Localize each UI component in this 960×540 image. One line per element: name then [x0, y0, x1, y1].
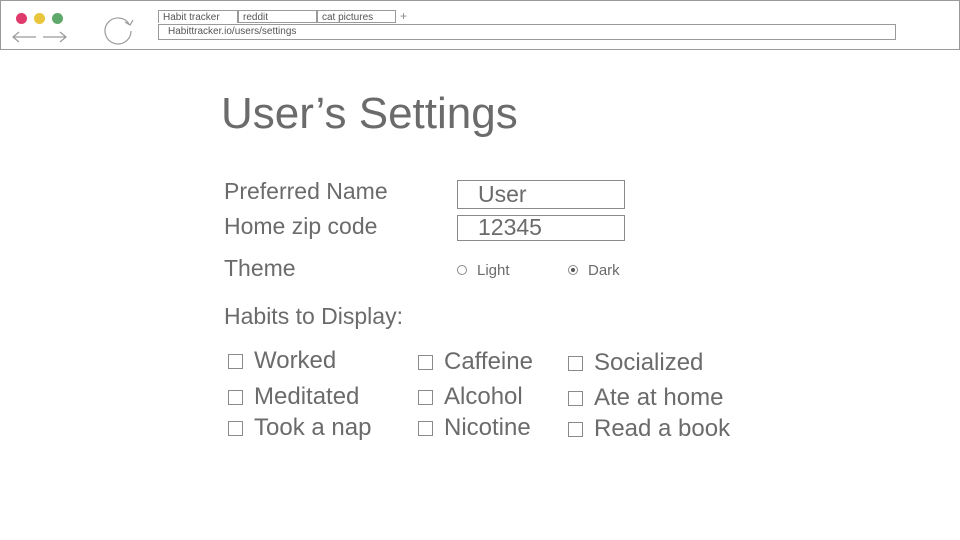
preferred-name-input[interactable]: User	[457, 180, 625, 209]
habit-label: Socialized	[594, 349, 704, 376]
close-window-icon[interactable]	[16, 13, 27, 24]
page: Habit tracker reddit cat pictures + Habi…	[0, 0, 960, 540]
checkbox[interactable]	[568, 390, 583, 406]
back-arrow-icon[interactable]	[10, 29, 38, 45]
habit-label: Read a book	[594, 415, 731, 442]
habit-label: Nicotine	[444, 414, 531, 441]
dark-radio[interactable]	[568, 265, 578, 275]
maximize-window-icon[interactable]	[52, 13, 63, 24]
habit-socialized[interactable]: Socialized	[568, 349, 703, 377]
theme-label: Theme	[224, 255, 296, 281]
reload-icon[interactable]	[102, 13, 136, 45]
minimize-window-icon[interactable]	[34, 13, 45, 24]
preferred-name-label: Preferred Name	[224, 178, 388, 204]
new-tab-button[interactable]: +	[400, 9, 407, 23]
tab-habit-tracker[interactable]: Habit tracker	[158, 10, 238, 23]
habit-alcohol[interactable]: Alcohol	[418, 383, 523, 411]
light-radio[interactable]	[457, 265, 467, 275]
checkbox[interactable]	[228, 389, 243, 405]
checkbox[interactable]	[418, 389, 433, 405]
habit-nicotine[interactable]: Nicotine	[418, 414, 531, 442]
checkbox[interactable]	[568, 421, 583, 437]
browser-chrome: Habit tracker reddit cat pictures + Habi…	[0, 0, 960, 50]
theme-option-dark[interactable]: Dark	[568, 261, 620, 279]
habit-label: Meditated	[254, 383, 360, 410]
address-bar[interactable]: Habittracker.io/users/settings	[158, 24, 896, 40]
checkbox[interactable]	[418, 354, 433, 370]
habit-label: Ate at home	[594, 384, 724, 411]
habit-took-a-nap[interactable]: Took a nap	[228, 414, 371, 442]
habit-caffeine[interactable]: Caffeine	[418, 348, 533, 376]
habit-meditated[interactable]: Meditated	[228, 383, 359, 411]
habit-label: Worked	[254, 347, 337, 374]
habit-label: Took a nap	[254, 414, 372, 441]
checkbox[interactable]	[418, 420, 433, 436]
habit-ate-at-home[interactable]: Ate at home	[568, 384, 723, 412]
habits-label: Habits to Display:	[224, 303, 403, 329]
habit-label: Caffeine	[444, 348, 533, 375]
checkbox[interactable]	[568, 355, 583, 371]
dark-radio-label: Dark	[588, 261, 620, 279]
zip-code-label: Home zip code	[224, 213, 378, 239]
checkbox[interactable]	[228, 420, 243, 436]
theme-option-light[interactable]: Light	[457, 261, 510, 279]
page-title: User’s Settings	[221, 89, 518, 138]
habit-label: Alcohol	[444, 383, 523, 410]
forward-arrow-icon[interactable]	[41, 29, 69, 45]
habit-worked[interactable]: Worked	[228, 347, 336, 375]
light-radio-label: Light	[477, 261, 510, 279]
habit-read-a-book[interactable]: Read a book	[568, 415, 730, 443]
tab-cat-pictures[interactable]: cat pictures	[317, 10, 396, 23]
zip-code-input[interactable]: 12345	[457, 215, 625, 241]
tab-reddit[interactable]: reddit	[238, 10, 317, 23]
checkbox[interactable]	[228, 353, 243, 369]
